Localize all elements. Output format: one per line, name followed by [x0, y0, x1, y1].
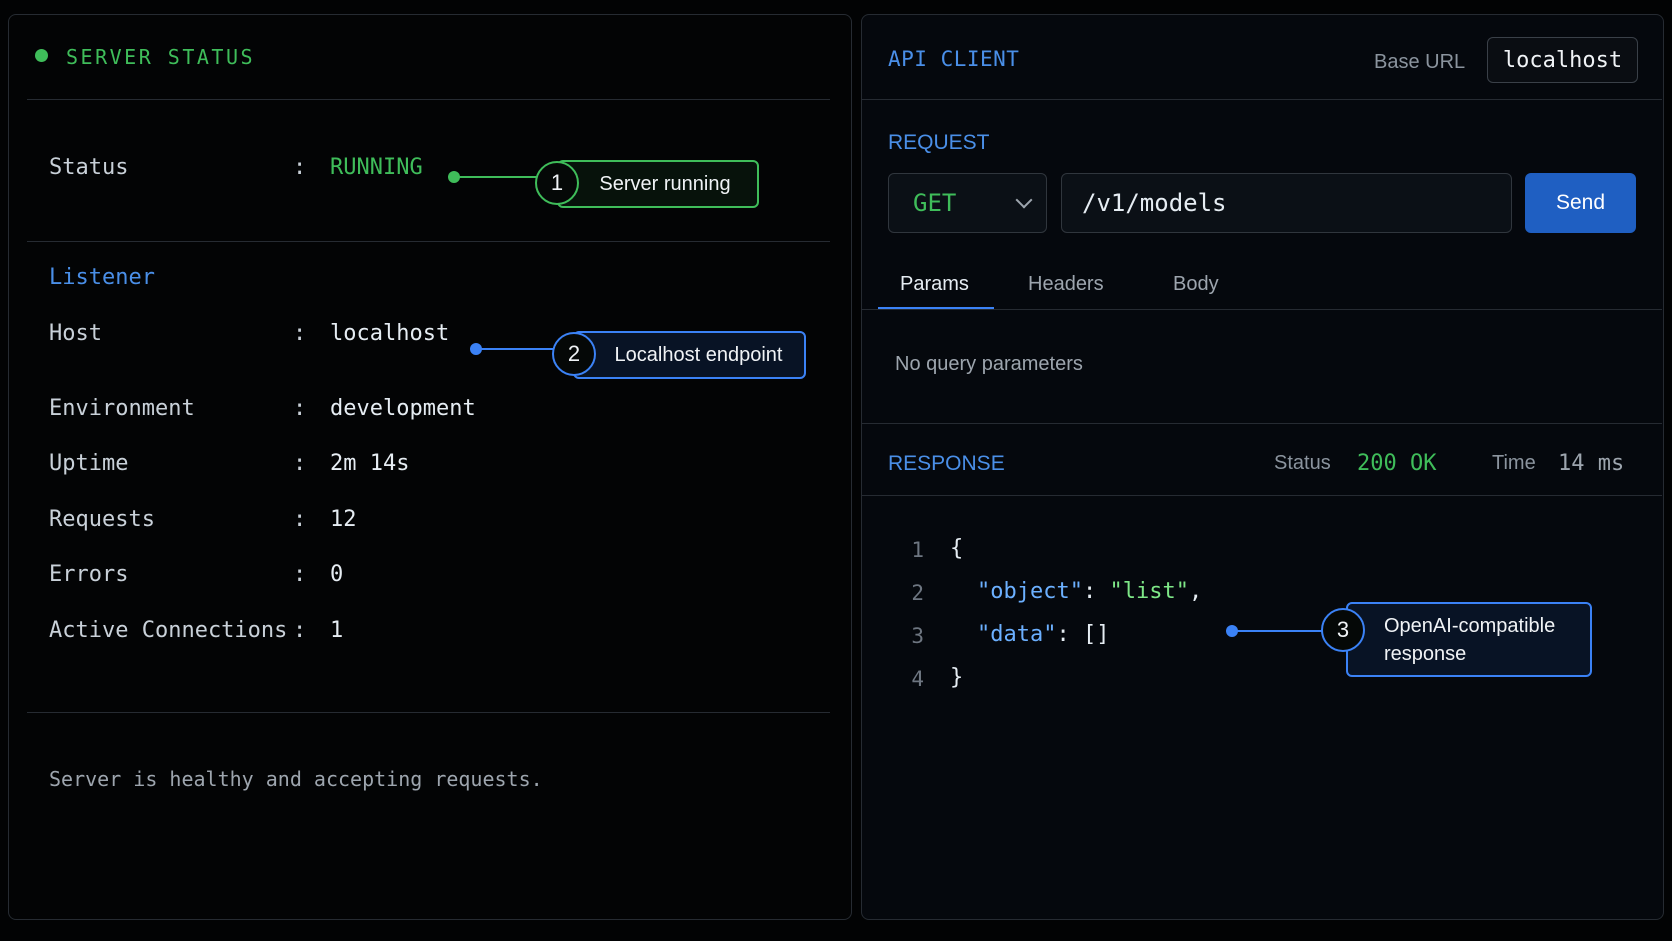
host-label: Host — [49, 321, 102, 346]
environment-colon: : — [293, 396, 307, 421]
requests-value: 12 — [330, 507, 357, 532]
callout-number: 2 — [552, 332, 596, 376]
status-label: Status — [1274, 452, 1331, 474]
uptime-colon: : — [293, 451, 307, 476]
callout-box: Localhost endpoint — [573, 331, 806, 379]
code-line-1: { — [950, 536, 964, 561]
server-status-panel: SERVER STATUS Status : RUNNING Listener … — [8, 14, 852, 920]
send-button[interactable]: Send — [1525, 173, 1636, 233]
active-connections-value: 1 — [330, 618, 344, 643]
tab-headers[interactable]: Headers — [1028, 273, 1104, 296]
url-path-input[interactable] — [1061, 173, 1512, 233]
active-connections-label: Active Connections — [49, 618, 288, 643]
base-url-label: Base URL — [1374, 51, 1466, 73]
divider — [27, 99, 830, 100]
listener-heading: Listener — [49, 265, 155, 290]
errors-value: 0 — [330, 562, 344, 587]
response-heading: RESPONSE — [888, 452, 1005, 475]
callout-box: OpenAI-compatible response — [1346, 602, 1592, 677]
health-message: Server is healthy and accepting requests… — [49, 767, 543, 791]
divider — [862, 99, 1662, 100]
callout-number: 1 — [535, 161, 579, 205]
callout-text: Server running — [599, 172, 731, 195]
requests-colon: : — [293, 507, 307, 532]
uptime-label: Uptime — [49, 451, 129, 476]
server-status-title: SERVER STATUS — [66, 45, 256, 69]
environment-value: development — [330, 396, 476, 421]
divider — [27, 241, 830, 242]
callout-number: 3 — [1321, 608, 1365, 652]
code-line-2: "object": "list", — [977, 579, 1203, 604]
host-colon: : — [293, 321, 307, 346]
uptime-value: 2m 14s — [330, 451, 410, 476]
divider — [862, 495, 1662, 496]
host-value: localhost — [330, 321, 450, 346]
line-number: 1 — [911, 538, 924, 562]
line-number: 2 — [911, 581, 924, 605]
divider — [862, 309, 1662, 310]
callout-connector — [476, 348, 554, 350]
method-value: GET — [913, 189, 957, 217]
callout-text: OpenAI-compatible response — [1384, 614, 1556, 665]
status-colon: : — [293, 155, 307, 180]
errors-label: Errors — [49, 562, 129, 587]
chevron-down-icon — [1015, 191, 1033, 209]
code-line-4: } — [950, 665, 964, 690]
callout-text: Localhost endpoint — [614, 343, 783, 366]
status-value: 200 OK — [1357, 451, 1437, 476]
tab-body[interactable]: Body — [1173, 273, 1219, 296]
environment-label: Environment — [49, 396, 195, 421]
api-client-panel: API CLIENT Base URL localhost REQUEST GE… — [861, 14, 1664, 920]
active-connections-colon: : — [293, 618, 307, 643]
divider — [27, 712, 830, 713]
tab-params[interactable]: Params — [900, 273, 969, 296]
base-url-chip[interactable]: localhost — [1487, 37, 1638, 83]
errors-colon: : — [293, 562, 307, 587]
code-line-3: "data": [] — [977, 622, 1110, 647]
callout-box: Server running — [557, 160, 759, 208]
status-value: RUNNING — [330, 155, 423, 180]
status-label: Status — [49, 155, 129, 180]
method-select[interactable]: GET — [888, 173, 1047, 233]
request-heading: REQUEST — [888, 131, 990, 154]
status-dot-icon — [35, 49, 48, 62]
no-params-message: No query parameters — [895, 353, 1083, 375]
divider — [862, 423, 1662, 424]
line-number: 3 — [911, 624, 924, 648]
callout-connector — [454, 176, 538, 178]
time-value: 14 ms — [1558, 451, 1625, 476]
requests-label: Requests — [49, 507, 155, 532]
time-label: Time — [1492, 452, 1536, 474]
callout-connector — [1232, 630, 1324, 632]
line-number: 4 — [911, 667, 924, 691]
api-client-title: API CLIENT — [888, 47, 1020, 71]
